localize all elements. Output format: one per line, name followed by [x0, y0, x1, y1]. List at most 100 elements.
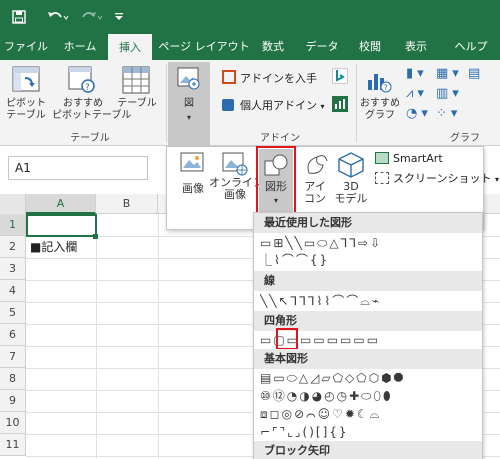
row-header[interactable]: 8: [0, 368, 26, 390]
row-header[interactable]: 9: [0, 390, 26, 412]
get-addins-button[interactable]: アドインを入手: [222, 70, 317, 87]
tab-help[interactable]: ヘルプ: [446, 34, 496, 60]
chevron-down-icon: ▾: [186, 113, 191, 122]
select-all-corner[interactable]: [0, 194, 26, 214]
tab-review[interactable]: 校閲: [352, 34, 388, 60]
section-basic-shapes: 基本図形: [254, 349, 482, 369]
section-block-arrows: ブロック矢印: [254, 441, 482, 459]
row-header[interactable]: 5: [0, 302, 26, 324]
cell-a2[interactable]: ■記入欄: [30, 236, 77, 258]
recent-shapes-row[interactable]: ▭⊞╲╲▭⬭△⅂⅂⇨⇩: [260, 234, 478, 252]
row-header[interactable]: 2: [0, 236, 26, 258]
highlight-box: [276, 328, 298, 350]
tab-file[interactable]: ファイル: [4, 34, 48, 60]
redo-icon[interactable]: [78, 0, 106, 37]
recommended-chart-icon: ?: [366, 68, 392, 97]
online-picture-button[interactable]: オンライン 画像: [209, 177, 264, 201]
column-header-b[interactable]: B: [96, 194, 158, 214]
hierarchy-chart-icon[interactable]: ▦▾: [436, 66, 463, 81]
table-button[interactable]: テーブル: [116, 98, 158, 110]
recommended-chart-button[interactable]: おすすめ グラフ: [358, 98, 402, 122]
basic-shapes-row[interactable]: ▤▭⬭△◿▱⬠◇⬠⬡⬢⯃: [260, 369, 478, 387]
row-header[interactable]: 6: [0, 324, 26, 346]
row-header[interactable]: 7: [0, 346, 26, 368]
pie-chart-icon[interactable]: ◔▾: [406, 106, 432, 121]
tab-home[interactable]: ホーム: [58, 34, 102, 60]
recommended-chart-label-1: おすすめ: [360, 98, 400, 109]
tab-insert[interactable]: 挿入: [108, 34, 152, 60]
group-label-addins: アドイン: [260, 133, 300, 144]
pivot-table-button[interactable]: ピボット テーブル: [2, 98, 50, 122]
row-header[interactable]: 10: [0, 412, 26, 434]
pivot-table-label-1: ピボット: [6, 98, 46, 109]
line-chart-icon[interactable]: ⩘▾: [406, 86, 428, 101]
customize-qat-icon[interactable]: [110, 0, 128, 35]
selected-cell-a1[interactable]: [26, 214, 97, 237]
get-addins-label: アドインを入手: [240, 72, 317, 85]
lines-row[interactable]: ╲╲↖⅂⅂⅂⌇⌇⌒⌒⌓⌁: [260, 292, 478, 310]
tab-page-layout[interactable]: ページ レイアウト: [158, 34, 250, 60]
bing-icon[interactable]: [332, 68, 348, 84]
column-chart-icon[interactable]: ▮▾: [406, 66, 428, 81]
grid-line: [158, 214, 159, 459]
picture-button-icon: [179, 151, 207, 180]
row-header[interactable]: 11: [0, 434, 26, 456]
dropdown-arrow-icon: ▾: [494, 175, 499, 184]
recent-shapes-row[interactable]: ⎿⌇⌒⌒{}: [260, 251, 478, 269]
illustrations-button[interactable]: 図 ▾: [168, 62, 210, 146]
3d-model-label-2: モデル: [334, 192, 368, 205]
picture-icon: [176, 66, 202, 95]
basic-shapes-row[interactable]: ⑩⑫◔◑◕◴◷✚⬭⬯⬮: [260, 387, 478, 405]
ribbon-tabs: ファイル ホーム 挿入 ページ レイアウト 数式 データ 校閲 表示 ヘルプ: [0, 34, 500, 60]
icons-label-2: コン: [304, 192, 326, 205]
group-label-tables: テーブル: [70, 133, 110, 144]
recommended-pivot-button[interactable]: おすすめ ピボットテーブル: [52, 98, 131, 122]
section-lines: 線: [254, 271, 482, 291]
pivot-table-icon: [12, 66, 40, 95]
screenshot-icon: [375, 172, 389, 184]
people-graph-icon[interactable]: [332, 96, 348, 112]
recommended-pivot-label-1: おすすめ: [63, 98, 103, 109]
smartart-label: SmartArt: [393, 152, 443, 165]
map-chart-icon[interactable]: ▤: [468, 66, 480, 81]
smartart-button[interactable]: SmartArt: [375, 151, 443, 167]
group-separator: [166, 64, 167, 142]
undo-icon[interactable]: [44, 0, 72, 37]
name-box[interactable]: A1: [8, 156, 148, 180]
addins-icon: [222, 99, 234, 111]
row-header[interactable]: 1: [0, 214, 26, 236]
3d-model-icon: [337, 151, 365, 182]
icons-icon: [303, 151, 331, 182]
column-header-a[interactable]: A: [26, 194, 96, 214]
highlight-box: [256, 146, 296, 216]
screenshot-button[interactable]: スクリーンショット ▾: [375, 171, 499, 188]
basic-shapes-row[interactable]: ⌐⌜⌝⌞⌟()[]{}: [260, 423, 478, 441]
svg-text:?: ?: [384, 84, 388, 93]
online-picture-label-2: 画像: [224, 188, 246, 201]
shapes-gallery: 最近使用した図形 ▭⊞╲╲▭⬭△⅂⅂⇨⇩ ⎿⌇⌒⌒{} 線 ╲╲↖⅂⅂⅂⌇⌇⌒⌒…: [253, 212, 483, 459]
table-icon: [122, 66, 150, 97]
row-header[interactable]: 4: [0, 280, 26, 302]
recommended-chart-label-2: グラフ: [365, 110, 395, 121]
group-separator: [356, 64, 357, 142]
tab-formulas[interactable]: 数式: [255, 34, 291, 60]
title-bar: [0, 0, 500, 34]
scatter-chart-icon[interactable]: ⁘▾: [436, 106, 461, 121]
fill-handle[interactable]: [93, 234, 98, 239]
grid-line: [96, 214, 97, 459]
tab-data[interactable]: データ: [300, 34, 344, 60]
pivot-table-label-2: テーブル: [6, 110, 46, 121]
tab-view[interactable]: 表示: [398, 34, 434, 60]
dropdown-arrow-icon: ▾: [320, 102, 325, 111]
section-recent-shapes: 最近使用した図形: [254, 213, 482, 233]
svg-text:?: ?: [85, 83, 90, 93]
3d-model-button[interactable]: 3D モデル: [331, 181, 371, 205]
basic-shapes-row[interactable]: ⧈◻◎⊘⌒☺♡✹☾⌓: [260, 405, 478, 423]
my-addins-button[interactable]: 個人用アドイン ▾: [222, 98, 325, 115]
statistic-chart-icon[interactable]: ▥▾: [436, 86, 463, 101]
icons-button[interactable]: アイ コン: [295, 181, 335, 205]
save-icon[interactable]: [8, 0, 30, 37]
row-header[interactable]: 3: [0, 258, 26, 280]
illustrations-label: 図: [184, 98, 194, 109]
my-addins-label: 個人用アドイン: [240, 99, 317, 112]
